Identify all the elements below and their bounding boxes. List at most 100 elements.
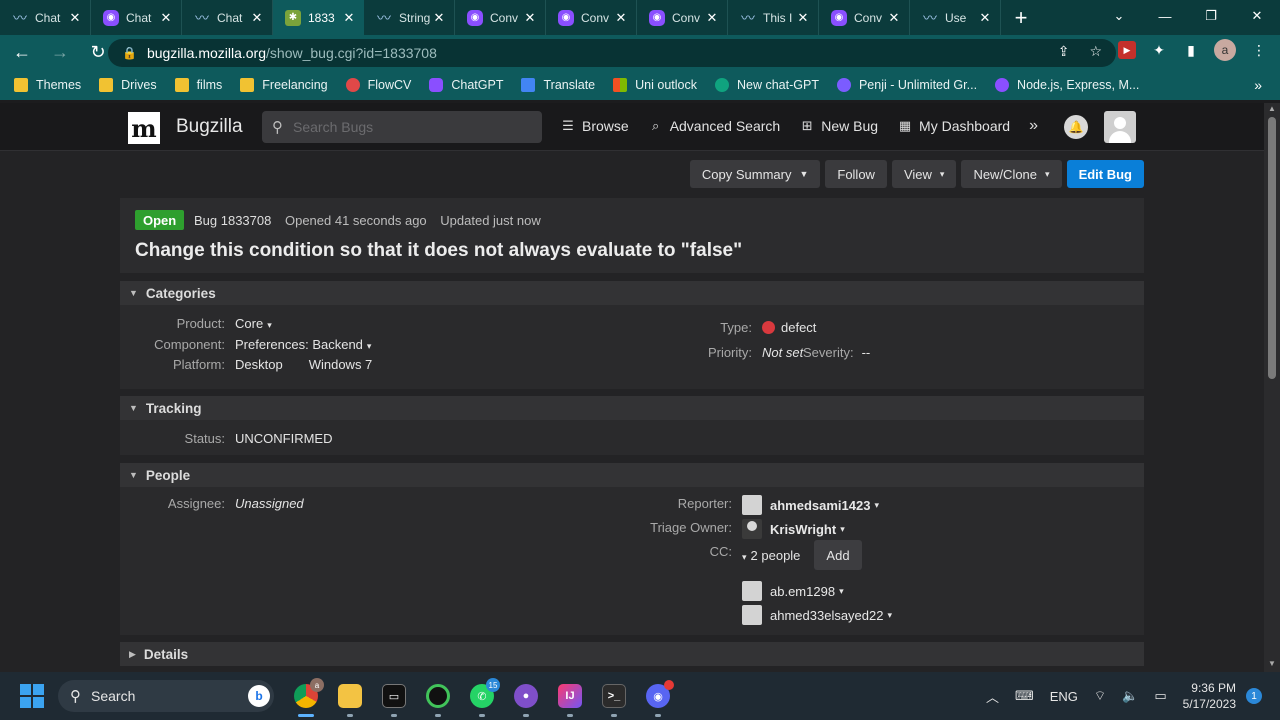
browser-tab[interactable]: ◉ Conv ✕ xyxy=(637,0,728,35)
browser-tab[interactable]: ◉ Conv ✕ xyxy=(819,0,910,35)
back-button[interactable]: ← xyxy=(6,37,38,69)
terminal-taskbar-icon[interactable]: ▭ xyxy=(372,678,416,717)
share-icon[interactable]: ⇪ xyxy=(1058,43,1070,60)
view-button[interactable]: View ▾ xyxy=(891,160,957,188)
bookmark-item[interactable]: Translate xyxy=(521,78,595,92)
app-ring-taskbar-icon[interactable] xyxy=(416,678,460,717)
tab-search-icon[interactable]: ⌄ xyxy=(1096,0,1142,32)
close-tab-icon[interactable]: ✕ xyxy=(250,10,264,26)
close-tab-icon[interactable]: ✕ xyxy=(523,10,537,26)
bookmark-star-icon[interactable]: ☆ xyxy=(1089,43,1102,60)
bookmark-item[interactable]: Penji - Unlimited Gr... xyxy=(836,78,977,92)
browser-tab[interactable]: ◉ Chat ✕ xyxy=(91,0,182,35)
search-box[interactable]: ⚲ xyxy=(262,111,542,143)
github-taskbar-icon[interactable]: ● xyxy=(504,678,548,717)
edit-bug-button[interactable]: Edit Bug xyxy=(1066,160,1144,188)
cc-person[interactable]: ahmed33elsayed22 ▾ xyxy=(742,605,892,625)
profile-avatar[interactable]: a xyxy=(1214,39,1236,61)
bookmark-item[interactable]: Freelancing xyxy=(240,78,328,92)
follow-button[interactable]: Follow xyxy=(825,160,887,188)
language-indicator[interactable]: ENG xyxy=(1050,689,1078,704)
extensions-puzzle-icon[interactable]: ✦ xyxy=(1150,41,1168,59)
bugzilla-brand[interactable]: Bugzilla xyxy=(176,116,243,138)
categories-section-header[interactable]: ▼ Categories xyxy=(120,281,1144,305)
restore-icon[interactable]: ❐ xyxy=(1188,0,1234,32)
bookmark-item[interactable]: FlowCV xyxy=(345,78,411,92)
nav-browse[interactable]: ☰ Browse xyxy=(560,118,629,134)
address-bar[interactable]: 🔒 bugzilla.mozilla.org/show_bug.cgi?id=1… xyxy=(108,39,1116,67)
search-input[interactable] xyxy=(293,119,513,135)
nav-advanced-search[interactable]: ⌕ Advanced Search xyxy=(648,118,780,134)
component-value[interactable]: Preferences: Backend ▾ xyxy=(235,337,371,352)
tray-overflow-icon[interactable]: ︿ xyxy=(986,687,999,706)
nav-more-icon[interactable]: » xyxy=(1029,117,1038,135)
new-tab-button[interactable]: + xyxy=(1001,0,1041,35)
bookmark-item[interactable]: New chat-GPT xyxy=(714,78,819,92)
volume-icon[interactable]: 🔈 xyxy=(1122,688,1138,704)
browser-menu-icon[interactable]: ⋮ xyxy=(1250,41,1268,59)
whatsapp-taskbar-icon[interactable]: ✆ 15 xyxy=(460,678,504,717)
minimize-icon[interactable]: — xyxy=(1142,0,1188,32)
notifications-bell-icon[interactable]: 🔔 xyxy=(1064,115,1088,139)
mozilla-logo-icon[interactable]: m xyxy=(128,112,160,144)
close-tab-icon[interactable]: ✕ xyxy=(978,10,992,26)
nav-my-dashboard[interactable]: ▦ My Dashboard xyxy=(897,118,1010,134)
browser-tab[interactable]: 〰 Chat ✕ xyxy=(0,0,91,35)
close-tab-icon[interactable]: ✕ xyxy=(614,10,628,26)
reporter-person[interactable]: ahmedsami1423 ▾ xyxy=(742,495,879,515)
browser-tab[interactable]: ✱ 1833 ✕ xyxy=(273,0,364,35)
copy-summary-button[interactable]: Copy Summary ▼ xyxy=(689,160,821,188)
browser-tab[interactable]: 〰 Use ✕ xyxy=(910,0,1001,35)
new-clone-button[interactable]: New/Clone ▾ xyxy=(961,160,1062,188)
bookmark-item[interactable]: Uni outlock xyxy=(613,78,697,92)
browser-tab[interactable]: 〰 This I ✕ xyxy=(728,0,819,35)
file-explorer-taskbar-icon[interactable] xyxy=(328,678,372,717)
wifi-icon[interactable]: ⌔ xyxy=(1094,688,1106,704)
close-tab-icon[interactable]: ✕ xyxy=(887,10,901,26)
powershell-taskbar-icon[interactable]: >_ xyxy=(592,678,636,717)
close-tab-icon[interactable]: ✕ xyxy=(68,10,82,26)
bookmark-item[interactable]: films xyxy=(174,78,222,92)
side-panel-icon[interactable]: ▮ xyxy=(1182,41,1200,59)
taskbar-search[interactable]: ⚲ Search b xyxy=(58,680,274,712)
battery-icon[interactable]: ▭ xyxy=(1154,688,1166,704)
intellij-taskbar-icon[interactable]: IJ xyxy=(548,678,592,717)
cc-toggle[interactable]: ▾ 2 people xyxy=(742,548,800,563)
scroll-down-icon[interactable]: ▼ xyxy=(1264,659,1280,671)
discord-taskbar-icon[interactable]: ◉ xyxy=(636,678,680,717)
close-window-icon[interactable]: ✕ xyxy=(1234,0,1280,32)
close-tab-icon[interactable]: ✕ xyxy=(342,10,356,26)
bookmarks-overflow-icon[interactable]: » xyxy=(1254,77,1262,93)
nav-new-bug[interactable]: ⊞ New Bug xyxy=(799,118,878,134)
forward-button[interactable]: → xyxy=(44,37,76,69)
browser-tab[interactable]: 〰 Chat ✕ xyxy=(182,0,273,35)
windows-start-icon[interactable] xyxy=(20,684,44,708)
keyboard-icon[interactable]: ⌨ xyxy=(1015,688,1034,704)
scroll-up-icon[interactable]: ▲ xyxy=(1264,104,1280,116)
scrollbar-thumb[interactable] xyxy=(1268,117,1276,379)
browser-tab[interactable]: ◉ Conv ✕ xyxy=(546,0,637,35)
details-section-header[interactable]: ▶ Details xyxy=(120,642,1144,666)
bookmark-item[interactable]: ChatGPT xyxy=(429,78,503,92)
bookmark-item[interactable]: Node.js, Express, M... xyxy=(995,78,1139,92)
bookmark-item[interactable]: Themes xyxy=(14,78,81,92)
browser-tab[interactable]: 〰 String ✕ xyxy=(364,0,455,35)
cc-person[interactable]: ab.em1298 ▾ xyxy=(742,581,892,601)
product-value[interactable]: Core ▾ xyxy=(235,316,272,331)
page-scrollbar[interactable]: ▲ ▼ xyxy=(1264,103,1280,672)
tracking-section-header[interactable]: ▼ Tracking xyxy=(120,396,1144,420)
close-tab-icon[interactable]: ✕ xyxy=(705,10,719,26)
user-avatar[interactable] xyxy=(1104,111,1136,143)
people-section-header[interactable]: ▼ People xyxy=(120,463,1144,487)
bug-id[interactable]: Bug 1833708 xyxy=(194,213,271,228)
bing-icon[interactable]: b xyxy=(248,685,270,707)
clock[interactable]: 9:36 PM 5/17/2023 xyxy=(1183,680,1236,712)
notification-count-badge[interactable]: 1 xyxy=(1246,688,1262,704)
close-tab-icon[interactable]: ✕ xyxy=(796,10,810,26)
youtube-extension-icon[interactable]: ▶ xyxy=(1118,41,1136,59)
bookmark-item[interactable]: Drives xyxy=(99,78,157,92)
chrome-taskbar-icon[interactable]: a xyxy=(284,678,328,717)
close-tab-icon[interactable]: ✕ xyxy=(432,10,446,26)
close-tab-icon[interactable]: ✕ xyxy=(159,10,173,26)
add-cc-button[interactable]: Add xyxy=(814,540,862,570)
